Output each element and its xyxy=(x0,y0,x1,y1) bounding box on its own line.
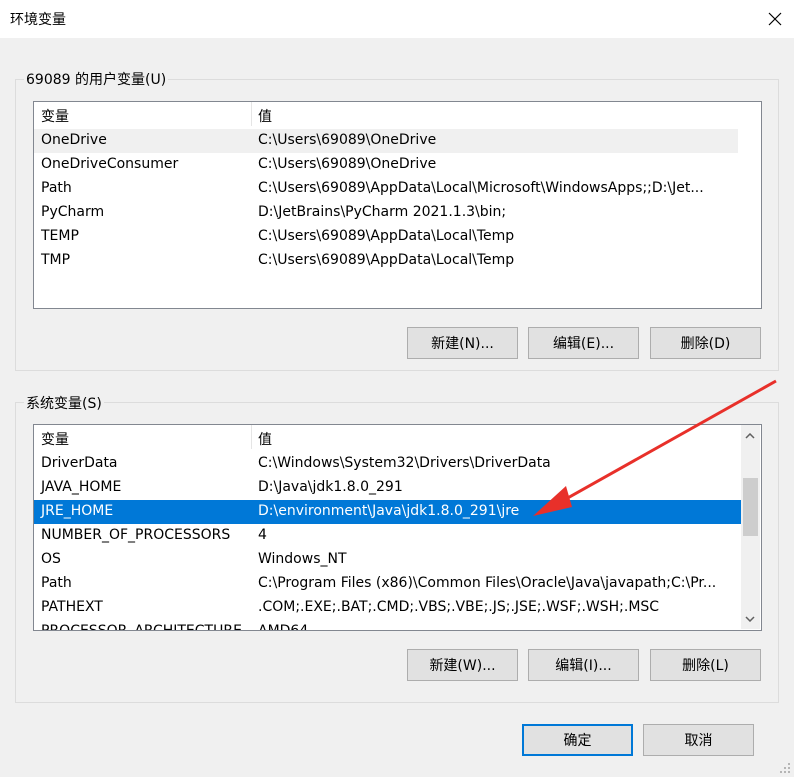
variable-value: AMD64 xyxy=(258,623,309,631)
system-new-button[interactable]: 新建(W)... xyxy=(407,649,518,681)
variable-name: PROCESSOR_ARCHITECTURE xyxy=(41,623,242,631)
table-row-selected[interactable]: JRE_HOME D:\environment\Java\jdk1.8.0_29… xyxy=(34,500,741,524)
variable-value: C:\Users\69089\OneDrive xyxy=(258,156,437,172)
column-separator[interactable] xyxy=(251,425,252,449)
system-vars-header: 变量 值 xyxy=(34,425,761,449)
user-vars-header: 变量 值 xyxy=(34,102,761,126)
variable-value: D:\JetBrains\PyCharm 2021.1.3\bin; xyxy=(258,204,507,220)
table-row[interactable]: Path C:\Users\69089\AppData\Local\Micros… xyxy=(34,177,761,201)
scroll-thumb[interactable] xyxy=(743,478,758,536)
variable-name: JAVA_HOME xyxy=(41,479,122,495)
variable-value: C:\Users\69089\AppData\Local\Temp xyxy=(258,228,515,244)
variable-name: Path xyxy=(41,180,72,196)
variable-value: C:\Windows\System32\Drivers\DriverData xyxy=(258,455,551,471)
variable-name: NUMBER_OF_PROCESSORS xyxy=(41,527,231,543)
scroll-down-button[interactable] xyxy=(741,610,758,627)
column-separator[interactable] xyxy=(251,102,252,126)
variable-value: C:\Program Files (x86)\Common Files\Orac… xyxy=(258,575,717,591)
variable-value: D:\environment\Java\jdk1.8.0_291\jre xyxy=(258,503,520,519)
variable-value: C:\Users\69089\OneDrive xyxy=(258,132,437,148)
resize-grip-icon[interactable] xyxy=(778,761,792,775)
system-vars-label: 系统变量(S) xyxy=(24,393,104,413)
variable-value: Windows_NT xyxy=(258,551,347,567)
system-edit-button[interactable]: 编辑(I)... xyxy=(528,649,639,681)
table-row[interactable]: PATHEXT .COM;.EXE;.BAT;.CMD;.VBS;.VBE;.J… xyxy=(34,596,761,620)
title-bar: 环境变量 xyxy=(0,0,794,38)
vertical-scrollbar[interactable] xyxy=(741,425,760,629)
table-row[interactable]: OneDriveConsumer C:\Users\69089\OneDrive xyxy=(34,153,761,177)
table-row[interactable]: TMP C:\Users\69089\AppData\Local\Temp xyxy=(34,249,761,273)
user-vars-label: 69089 的用户变量(U) xyxy=(24,69,169,89)
cancel-button[interactable]: 取消 xyxy=(643,724,754,756)
variable-value: C:\Users\69089\AppData\Local\Microsoft\W… xyxy=(258,180,704,196)
variable-value: 4 xyxy=(258,527,267,543)
table-row[interactable]: PROCESSOR_ARCHITECTURE AMD64 xyxy=(34,620,761,631)
table-row[interactable]: PyCharm D:\JetBrains\PyCharm 2021.1.3\bi… xyxy=(34,201,761,225)
variable-name: JRE_HOME xyxy=(41,503,114,519)
chevron-up-icon xyxy=(744,432,755,439)
table-row[interactable]: TEMP C:\Users\69089\AppData\Local\Temp xyxy=(34,225,761,249)
table-row[interactable]: JAVA_HOME D:\Java\jdk1.8.0_291 xyxy=(34,476,761,500)
table-row[interactable]: OS Windows_NT xyxy=(34,548,761,572)
column-header-value[interactable]: 值 xyxy=(258,106,272,126)
variable-name: TMP xyxy=(41,252,71,268)
variable-name: OneDrive xyxy=(41,132,107,148)
table-row[interactable]: NUMBER_OF_PROCESSORS 4 xyxy=(34,524,761,548)
close-button[interactable] xyxy=(755,0,794,38)
variable-name: OneDriveConsumer xyxy=(41,156,179,172)
user-edit-button[interactable]: 编辑(E)... xyxy=(528,327,639,359)
system-delete-button[interactable]: 删除(L) xyxy=(650,649,761,681)
user-vars-list[interactable]: 变量 值 OneDrive C:\Users\69089\OneDrive On… xyxy=(33,101,762,309)
variable-value: D:\Java\jdk1.8.0_291 xyxy=(258,479,403,495)
table-row[interactable]: DriverData C:\Windows\System32\Drivers\D… xyxy=(34,452,761,476)
column-header-variable[interactable]: 变量 xyxy=(41,106,69,126)
variable-name: PATHEXT xyxy=(41,599,103,615)
variable-value: .COM;.EXE;.BAT;.CMD;.VBS;.VBE;.JS;.JSE;.… xyxy=(258,599,660,615)
variable-name: Path xyxy=(41,575,72,591)
variable-name: TEMP xyxy=(41,228,79,244)
variable-name: OS xyxy=(41,551,61,567)
system-vars-list[interactable]: 变量 值 DriverData C:\Windows\System32\Driv… xyxy=(33,424,762,631)
user-delete-button[interactable]: 删除(D) xyxy=(650,327,761,359)
chevron-down-icon xyxy=(744,615,755,622)
column-header-variable[interactable]: 变量 xyxy=(41,429,69,449)
scroll-up-button[interactable] xyxy=(741,427,758,444)
column-header-value[interactable]: 值 xyxy=(258,429,272,449)
variable-name: PyCharm xyxy=(41,204,105,220)
table-row[interactable]: OneDrive C:\Users\69089\OneDrive xyxy=(34,129,738,153)
window-title: 环境变量 xyxy=(10,12,66,28)
variable-value: C:\Users\69089\AppData\Local\Temp xyxy=(258,252,515,268)
close-icon xyxy=(768,12,781,26)
ok-button[interactable]: 确定 xyxy=(522,724,633,756)
variable-name: DriverData xyxy=(41,455,118,471)
table-row[interactable]: Path C:\Program Files (x86)\Common Files… xyxy=(34,572,761,596)
user-new-button[interactable]: 新建(N)... xyxy=(407,327,518,359)
